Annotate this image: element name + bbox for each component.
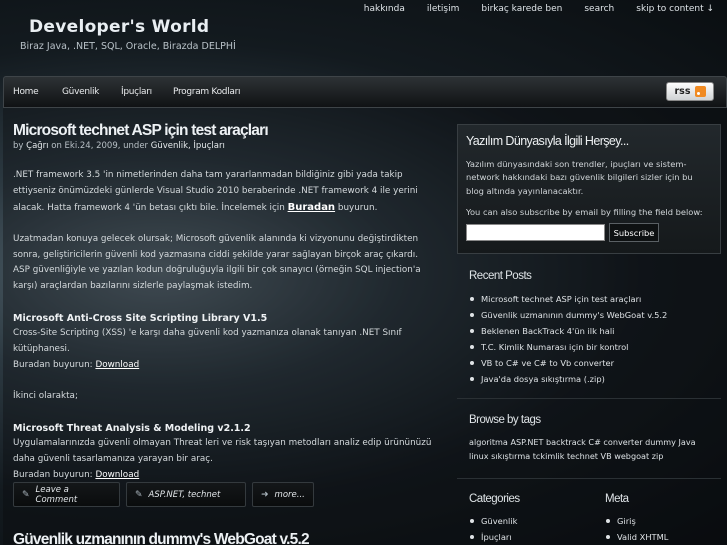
rss-feed-icon	[694, 86, 706, 97]
recent-posts-list: Microsoft technet ASP için test araçları…	[469, 291, 667, 387]
leave-comment-label: Leave a Comment	[35, 484, 78, 505]
top-nav-about[interactable]: hakkında	[353, 4, 416, 14]
nav-program-kodlari[interactable]: Program Kodları	[173, 87, 241, 97]
subscribe-button[interactable]: Subscribe	[609, 223, 659, 242]
top-nav: hakkında iletişim birkaç karede ben sear…	[353, 4, 725, 14]
about-box-description: Yazılım dünyasındaki son trendler, ipuçl…	[466, 159, 693, 196]
post-paragraph-4: İkinci olarakta;	[13, 391, 78, 402]
download-link-1[interactable]: Download	[95, 360, 139, 370]
category-item-ipuclari[interactable]: İpuçları	[469, 529, 517, 545]
nav-home[interactable]: Home	[13, 87, 39, 97]
leave-comment-button[interactable]: ✎ Leave a Comment	[13, 482, 120, 507]
post-meta: by Çağrı on Eki.24, 2009, under Güvenlik…	[13, 141, 225, 151]
post-heading-antixss: Microsoft Anti-Cross Site Scripting Libr…	[13, 312, 268, 324]
post-tags-label: ASP.NET, technet	[148, 489, 221, 500]
post-paragraph-1-end: buyurun.	[335, 202, 378, 213]
post-body: .NET framework 3.5 'in nimetlerinden dah…	[13, 168, 433, 484]
main-navbar: Home Güvenlik İpuçları Program Kodları r…	[3, 76, 727, 108]
arrow-right-icon: ➜	[261, 489, 269, 500]
category-item-guvenlik[interactable]: Güvenlik	[469, 513, 517, 529]
email-subscribe-input[interactable]	[466, 224, 605, 241]
post-title[interactable]: Microsoft technet ASP için test araçları	[13, 122, 269, 140]
next-post-title[interactable]: Güvenlik uzmanının dummy's WebGoat v.5.2	[13, 531, 310, 545]
recent-post-item[interactable]: T.C. Kimlik Numarası için bir kontrol	[469, 339, 667, 355]
recent-post-item[interactable]: Microsoft technet ASP için test araçları	[469, 291, 667, 307]
comment-icon: ✎	[22, 489, 30, 500]
top-nav-contact[interactable]: iletişim	[416, 4, 471, 14]
tag-cloud[interactable]: algoritma ASP.NET backtrack C# converter…	[469, 435, 714, 463]
sidebar-divider	[457, 398, 721, 399]
nav-ipuclari[interactable]: İpuçları	[121, 87, 152, 97]
rss-button[interactable]: rss	[666, 82, 714, 101]
more-button[interactable]: ➜ more...	[252, 482, 314, 507]
post-meta-date: on Eki.24, 2009, under	[48, 141, 151, 151]
about-box-title: Yazılım Dünyasıyla İlgili Herşey...	[466, 134, 629, 148]
post-paragraph-2: Uzatmadan konuya gelecek olursak; Micros…	[13, 233, 421, 292]
site-tagline: Biraz Java, .NET, SQL, Oracle, Birazda D…	[20, 41, 236, 52]
post-meta-by: by	[13, 141, 27, 151]
tags-title: Browse by tags	[469, 414, 541, 426]
site-title[interactable]: Developer's World	[29, 17, 209, 37]
recent-posts-title: Recent Posts	[469, 270, 532, 282]
post-categories[interactable]: Güvenlik, İpuçları	[151, 141, 225, 151]
about-box: Yazılım Dünyasıyla İlgili Herşey... Yazı…	[457, 124, 721, 254]
tag-icon: ✎	[135, 489, 143, 500]
rss-label: rss	[674, 86, 691, 97]
categories-title: Categories	[469, 493, 520, 505]
more-label: more...	[274, 489, 305, 500]
nav-guvenlik[interactable]: Güvenlik	[62, 87, 99, 97]
post-actions: ✎ Leave a Comment ✎ ASP.NET, technet ➜ m…	[13, 482, 314, 507]
post-paragraph-3: Cross-Site Scripting (XSS) 'e karşı daha…	[13, 328, 402, 355]
post-heading-threat-analysis: Microsoft Threat Analysis & Modeling v2.…	[13, 422, 251, 434]
top-nav-skip-to-content[interactable]: skip to content ↓	[625, 4, 725, 14]
post-author[interactable]: Çağrı	[26, 141, 48, 151]
recent-post-item[interactable]: Java'da dosya sıkıştırma (.zip)	[469, 371, 667, 387]
meta-item-login[interactable]: Giriş	[605, 513, 668, 529]
recent-post-item[interactable]: VB to C# ve C# to Vb converter	[469, 355, 667, 371]
download-line-1: Buradan buyurun: Download	[13, 358, 433, 374]
meta-list: Giriş Valid XHTML	[605, 513, 668, 545]
meta-item-valid-xhtml[interactable]: Valid XHTML	[605, 529, 668, 545]
buy-label-1: Buradan buyurun:	[13, 359, 96, 370]
top-nav-photos[interactable]: birkaç karede ben	[470, 4, 573, 14]
meta-title: Meta	[605, 493, 629, 505]
recent-post-item[interactable]: Beklenen BackTrack 4'ün ilk hali	[469, 323, 667, 339]
post-tags-button[interactable]: ✎ ASP.NET, technet	[126, 482, 246, 507]
post-paragraph: .NET framework 3.5 'in nimetlerinden dah…	[13, 168, 433, 216]
subscribe-text: You can also subscribe by email by filli…	[466, 207, 703, 217]
recent-post-item[interactable]: Güvenlik uzmanının dummy's WebGoat v.5.2	[469, 307, 667, 323]
top-nav-search[interactable]: search	[573, 4, 625, 14]
sidebar-divider	[457, 478, 721, 479]
categories-list: Güvenlik İpuçları	[469, 513, 517, 545]
buy-label-2: Buradan buyurun:	[13, 469, 96, 480]
post-paragraph-5: Uygulamalarınızda güvenli olmayan Threat…	[13, 438, 432, 465]
download-link-2[interactable]: Download	[95, 470, 139, 480]
framework-link[interactable]: Buradan	[288, 202, 335, 213]
